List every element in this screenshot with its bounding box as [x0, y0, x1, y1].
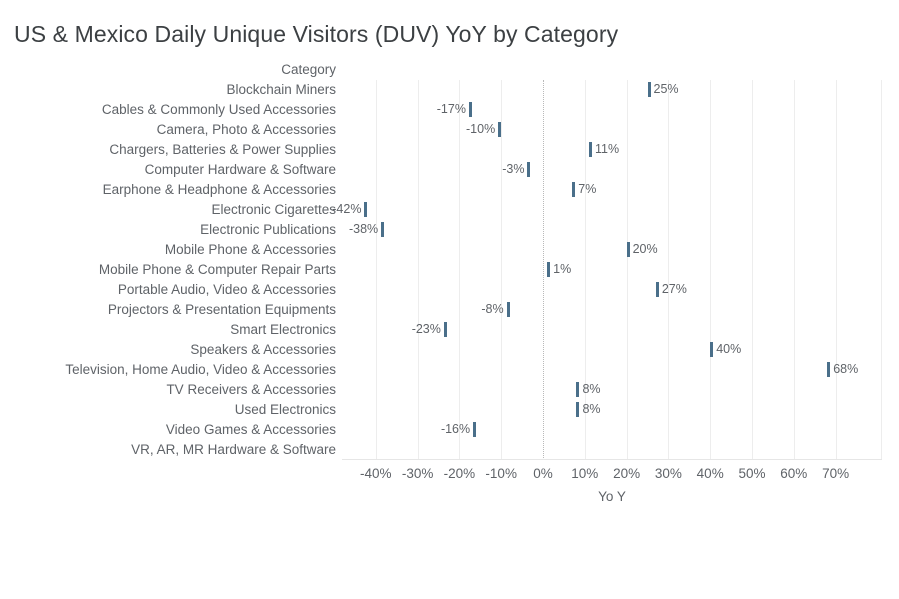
bar[interactable] — [506, 302, 510, 317]
category-label: Electronic Publications — [200, 222, 336, 237]
bar-value-label: 68% — [833, 362, 859, 376]
bar-value-label: -17% — [436, 102, 466, 116]
x-axis-tick: 50% — [738, 466, 766, 481]
category-label: Electronic Cigarettes — [211, 202, 336, 217]
bar[interactable] — [626, 242, 630, 257]
x-axis-tick: -10% — [485, 466, 517, 481]
category-axis-labels: Blockchain Miners Cables & Commonly Used … — [0, 80, 336, 460]
x-axis-title: Yo Y — [598, 489, 626, 504]
category-label: VR, AR, MR Hardware & Software — [131, 442, 336, 457]
chart-container: US & Mexico Daily Unique Visitors (DUV) … — [0, 0, 899, 599]
gridline — [459, 80, 461, 460]
category-label: Cables & Commonly Used Accessories — [101, 102, 336, 117]
bar[interactable] — [468, 102, 472, 117]
bar[interactable] — [647, 82, 651, 97]
x-axis-tick-labels: -40% -30% -20% -10% 0% 10% 20% 30% 40% 50% 60% 70% — [342, 466, 882, 486]
bar-value-label: -3% — [502, 162, 525, 176]
bar[interactable] — [364, 202, 368, 217]
gridline — [881, 80, 882, 460]
x-axis-tick: 40% — [696, 466, 724, 481]
bar-value-label: -10% — [466, 122, 496, 136]
category-label: Mobile Phone & Computer Repair Parts — [98, 262, 336, 277]
category-label: Video Games & Accessories — [165, 422, 336, 437]
bar-value-label: 40% — [716, 342, 742, 356]
bar-value-label: 27% — [661, 282, 687, 296]
x-axis-tick: 10% — [571, 466, 599, 481]
x-axis-tick: 70% — [822, 466, 850, 481]
category-label: Television, Home Audio, Video & Accessor… — [65, 362, 336, 377]
x-axis-tick: 0% — [533, 466, 553, 481]
category-axis-title: Category — [281, 62, 336, 77]
bar[interactable] — [588, 142, 592, 157]
bar[interactable] — [572, 182, 576, 197]
bar[interactable] — [473, 422, 477, 437]
bar[interactable] — [655, 282, 659, 297]
x-axis-tick: 30% — [654, 466, 682, 481]
bar-value-label: 25% — [653, 82, 679, 96]
category-label: TV Receivers & Accessories — [166, 382, 336, 397]
gridline — [710, 80, 712, 460]
x-axis-tick: -30% — [401, 466, 434, 481]
gridline — [375, 80, 377, 460]
category-label: Smart Electronics — [230, 322, 336, 337]
bar-value-label: -16% — [440, 422, 471, 436]
bar-value-label: 7% — [578, 182, 597, 196]
gridline — [668, 80, 670, 460]
bar[interactable] — [527, 162, 531, 177]
bar[interactable] — [576, 402, 580, 417]
bar-value-label: -38% — [348, 222, 379, 236]
gridline — [793, 80, 795, 460]
x-axis-tick: 20% — [613, 466, 641, 481]
category-label: Mobile Phone & Accessories — [164, 242, 336, 257]
bar-value-label: -8% — [481, 302, 504, 316]
plot-area: 25% -17% -10% 11% -3% 7% -42% -38% 20% 1% 27% -8% -2… — [332, 80, 882, 460]
bar-value-label: -23% — [411, 322, 441, 336]
bar[interactable] — [381, 222, 385, 237]
category-label: Earphone & Headphone & Accessories — [102, 182, 336, 197]
category-label: Speakers & Accessories — [190, 342, 336, 357]
category-label: Camera, Photo & Accessories — [156, 122, 336, 137]
bar-value-label: -42% — [332, 202, 362, 216]
category-label: Computer Hardware & Software — [144, 162, 336, 177]
bar-value-label: 20% — [632, 242, 658, 256]
gridline — [417, 80, 419, 460]
x-axis-tick: 60% — [780, 466, 808, 481]
bar-value-label: 8% — [582, 382, 601, 396]
gridline — [501, 80, 503, 460]
bar[interactable] — [443, 322, 447, 337]
category-label: Chargers, Batteries & Power Supplies — [109, 142, 336, 157]
bar[interactable] — [576, 382, 580, 397]
bar-value-label: 1% — [553, 262, 572, 276]
bar[interactable] — [547, 262, 551, 277]
bar[interactable] — [827, 362, 831, 377]
plot-baseline — [342, 459, 882, 460]
gridline — [752, 80, 753, 460]
category-label: Used Electronics — [234, 402, 336, 417]
chart-title: US & Mexico Daily Unique Visitors (DUV) … — [14, 21, 619, 47]
category-label: Portable Audio, Video & Accessories — [117, 282, 336, 297]
zero-gridline — [543, 80, 544, 460]
x-axis-tick: -20% — [443, 466, 476, 481]
bar[interactable] — [710, 342, 714, 357]
bar-value-label: 11% — [594, 142, 620, 156]
x-axis-tick: -40% — [360, 466, 392, 481]
gridline — [835, 80, 837, 460]
category-label: Blockchain Miners — [226, 82, 336, 97]
bar-value-label: 8% — [582, 402, 601, 416]
category-label: Projectors & Presentation Equipments — [107, 302, 336, 317]
gridline — [626, 80, 628, 460]
bar[interactable] — [498, 122, 502, 137]
